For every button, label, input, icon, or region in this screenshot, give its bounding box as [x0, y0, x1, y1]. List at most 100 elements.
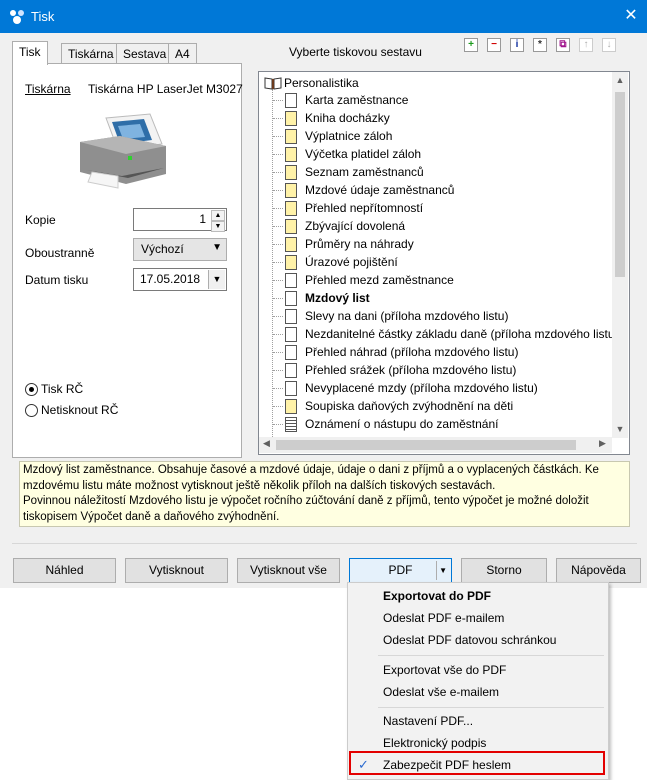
radio-no-rc[interactable]: Netisknout RČ: [25, 402, 185, 418]
chevron-down-icon[interactable]: ▼: [439, 559, 447, 582]
info-icon[interactable]: i: [510, 38, 524, 52]
menu-item-label: Odeslat vše e-mailem: [383, 685, 500, 699]
scroll-thumb-horizontal[interactable]: [276, 440, 576, 450]
remove-icon[interactable]: −: [487, 38, 501, 52]
print-date-value: 17.05.2018: [140, 272, 201, 286]
tree-item[interactable]: Karta zaměstnance: [273, 91, 629, 109]
printer-name: Tiskárna HP LaserJet M3027: [88, 82, 243, 96]
print-date-picker[interactable]: 17.05.2018 ▼: [133, 268, 227, 291]
document-icon: [285, 363, 297, 378]
radio-no-rc-label: Netisknout RČ: [41, 403, 119, 417]
scroll-up-icon[interactable]: ▲: [612, 75, 628, 85]
tree-item[interactable]: Nevyplacené mzdy (příloha mzdového listu…: [273, 379, 629, 397]
tree-item[interactable]: Oznámení o nástupu do zaměstnání: [273, 415, 629, 433]
printer-link[interactable]: Tiskárna: [25, 82, 71, 96]
tree-item[interactable]: Průměry na náhrady: [273, 235, 629, 253]
pdf-split-button[interactable]: PDF ▼: [349, 558, 452, 583]
scroll-down-icon[interactable]: ▼: [612, 424, 628, 434]
spin-up-icon[interactable]: ▲: [211, 210, 225, 221]
tree-item[interactable]: Mzdové údaje zaměstnanců: [273, 181, 629, 199]
tree-connector: [273, 100, 283, 101]
tree-item[interactable]: Výplatnice záloh: [273, 127, 629, 145]
tree-item[interactable]: Slevy na dani (příloha mzdového listu): [273, 307, 629, 325]
document-icon: [285, 165, 297, 180]
tree-item-label: Kniha docházky: [305, 111, 390, 125]
menu-item-label: Exportovat vše do PDF: [383, 663, 507, 677]
tree-item[interactable]: Přehled nepřítomností: [273, 199, 629, 217]
tree-connector: [273, 280, 283, 281]
tree-item-label: Výplatnice záloh: [305, 129, 393, 143]
spin-down-icon[interactable]: ▼: [211, 221, 225, 232]
cancel-button[interactable]: Storno: [461, 558, 547, 583]
tree-connector: [273, 154, 283, 155]
scroll-thumb[interactable]: [615, 92, 625, 277]
tree-item[interactable]: Kniha docházky: [273, 109, 629, 127]
tree-connector: [273, 262, 283, 263]
tree-horizontal-scrollbar[interactable]: ◀ ▶: [259, 437, 612, 453]
scroll-right-icon[interactable]: ▶: [599, 438, 606, 449]
tab-a4[interactable]: A4: [168, 43, 197, 64]
menu-item-export-all-pdf[interactable]: Exportovat vše do PDF: [348, 659, 606, 681]
report-description: Mzdový list zaměstnance. Obsahuje časové…: [19, 461, 630, 527]
copies-stepper[interactable]: 1 ▲ ▼: [133, 208, 227, 232]
help-button[interactable]: Nápověda: [556, 558, 641, 583]
tree-connector: [273, 424, 283, 425]
tree-item[interactable]: Výčetka platidel záloh: [273, 145, 629, 163]
tree-item[interactable]: Seznam zaměstnanců: [273, 163, 629, 181]
tree-item[interactable]: Nezdanitelné částky základu daně (příloh…: [273, 325, 629, 343]
tab-tiskarna[interactable]: Tiskárna: [61, 43, 121, 64]
menu-item-label: Odeslat PDF datovou schránkou: [383, 633, 557, 647]
tree-item[interactable]: Přehled mezd zaměstnance: [273, 271, 629, 289]
window-title: Tisk: [31, 9, 55, 24]
document-icon: [285, 237, 297, 252]
menu-item-send-all-email[interactable]: Odeslat vše e-mailem: [348, 681, 606, 703]
copy-icon[interactable]: ⧉: [556, 38, 570, 52]
duplex-value: Výchozí: [141, 242, 184, 256]
star-icon[interactable]: *: [533, 38, 547, 52]
scroll-left-icon[interactable]: ◀: [263, 438, 270, 449]
radio-print-rc[interactable]: Tisk RČ: [25, 381, 185, 397]
move-down-icon[interactable]: ↓: [602, 38, 616, 52]
document-icon: [285, 291, 297, 306]
tree-connector: [273, 406, 283, 407]
date-label: Datum tisku: [25, 273, 89, 287]
tree-item[interactable]: Zbývající dovolená: [273, 217, 629, 235]
tree-item-label: Úrazové pojištění: [305, 255, 398, 269]
calendar-dropdown-icon[interactable]: ▼: [208, 270, 225, 289]
tree-connector: [273, 244, 283, 245]
preview-button[interactable]: Náhled: [13, 558, 116, 583]
tree-connector: [273, 118, 283, 119]
menu-item-send-pdf-databox[interactable]: Odeslat PDF datovou schránkou: [348, 629, 606, 651]
chevron-down-icon: ▼: [212, 242, 222, 253]
move-up-icon[interactable]: ↑: [579, 38, 593, 52]
document-icon: [285, 417, 297, 432]
report-tree[interactable]: Personalistika Karta zaměstnance Kniha do…: [258, 71, 630, 455]
menu-item-send-pdf-email[interactable]: Odeslat PDF e-mailem: [348, 607, 606, 629]
tab-sestava[interactable]: Sestava: [116, 43, 174, 64]
tree-connector: [273, 334, 283, 335]
tree-item[interactable]: Mzdový list: [273, 289, 629, 307]
tree-connector: [273, 226, 283, 227]
document-icon: [285, 273, 297, 288]
tree-item[interactable]: Soupiska daňových zvýhodnění na děti: [273, 397, 629, 415]
tree-item[interactable]: Úrazové pojištění: [273, 253, 629, 271]
tree-vertical-scrollbar[interactable]: ▲ ▼: [612, 72, 628, 438]
tab-tisk[interactable]: Tisk: [12, 41, 48, 65]
menu-item-pdf-settings[interactable]: Nastavení PDF...: [348, 710, 606, 732]
tree-item-label: Průměry na náhrady: [305, 237, 414, 251]
tree-header: Vyberte tiskovou sestavu: [289, 45, 422, 59]
document-icon: [285, 399, 297, 414]
document-icon: [285, 147, 297, 162]
print-button[interactable]: Vytisknout: [125, 558, 228, 583]
radio-dot: [25, 404, 38, 417]
menu-item-label: Odeslat PDF e-mailem: [383, 611, 505, 625]
close-icon[interactable]: ✕: [618, 4, 644, 28]
document-icon: [285, 129, 297, 144]
tree-item[interactable]: Přehled náhrad (příloha mzdového listu): [273, 343, 629, 361]
tree-item-label: Mzdové údaje zaměstnanců: [305, 183, 455, 197]
duplex-select[interactable]: Výchozí ▼: [133, 238, 227, 261]
print-all-button[interactable]: Vytisknout vše: [237, 558, 340, 583]
menu-item-export-pdf[interactable]: Exportovat do PDF: [348, 585, 606, 607]
tree-item[interactable]: Přehled srážek (příloha mzdového listu): [273, 361, 629, 379]
add-icon[interactable]: +: [464, 38, 478, 52]
